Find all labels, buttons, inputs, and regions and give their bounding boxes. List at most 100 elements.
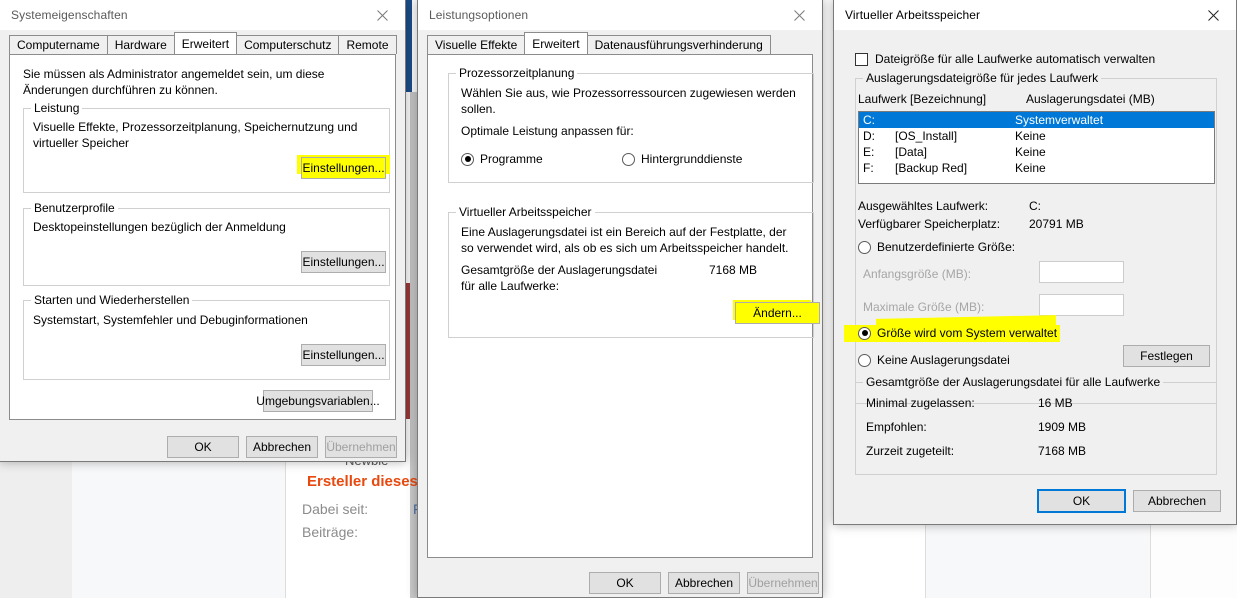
tab-computername[interactable]: Computername bbox=[9, 35, 108, 54]
column-header-pagefile: Auslagerungsdatei (MB) bbox=[1026, 91, 1155, 107]
performance-options-tabs[interactable]: Visuelle Effekte Erweitert Datenausführu… bbox=[427, 33, 822, 54]
selected-drive-label: Ausgewähltes Laufwerk: bbox=[858, 198, 988, 214]
button-label: Festlegen bbox=[1140, 349, 1193, 363]
tab-remote[interactable]: Remote bbox=[338, 35, 396, 54]
system-properties-ok-button[interactable]: OK bbox=[167, 436, 239, 458]
row-pagefile: Keine bbox=[1015, 145, 1214, 159]
virtual-memory-total-value: 7168 MB bbox=[709, 262, 757, 278]
user-profiles-groupbox: Benutzerprofile Desktopeinstellungen bez… bbox=[23, 208, 390, 286]
virtual-memory-ok-button[interactable]: OK bbox=[1037, 489, 1126, 513]
radio-indicator bbox=[858, 241, 871, 254]
radio-system-managed-size[interactable]: Größe wird vom System verwaltet bbox=[858, 326, 1057, 340]
total-size-legend: Gesamtgröße der Auslagerungsdatei für al… bbox=[863, 375, 1163, 389]
virtual-memory-body: Dateigröße für alle Laufwerke automatisc… bbox=[834, 30, 1236, 524]
radio-custom-size[interactable]: Benutzerdefinierte Größe: bbox=[858, 240, 1015, 254]
processor-scheduling-groupbox: Prozessorzeitplanung Wählen Sie aus, wie… bbox=[448, 73, 814, 183]
row-label: [Backup Red] bbox=[895, 161, 1015, 175]
free-space-value: 20791 MB bbox=[1029, 216, 1084, 232]
table-row[interactable]: C: Systemverwaltet bbox=[859, 112, 1214, 128]
tab-computerschutz[interactable]: Computerschutz bbox=[236, 35, 339, 54]
drive-listview[interactable]: C: Systemverwaltet D: [OS_Install] Keine… bbox=[858, 111, 1215, 184]
table-row[interactable]: D: [OS_Install] Keine bbox=[859, 128, 1214, 144]
recommended-label: Empfohlen: bbox=[866, 419, 927, 435]
tab-visuelle-effekte[interactable]: Visuelle Effekte bbox=[427, 35, 525, 54]
performance-options-dialog[interactable]: Leistungsoptionen Visuelle Effekte Erwei… bbox=[417, 0, 823, 598]
button-label: Einstellungen... bbox=[302, 161, 384, 175]
user-profiles-description: Desktopeinstellungen bezüglich der Anmel… bbox=[33, 219, 378, 235]
close-icon[interactable] bbox=[1191, 0, 1236, 30]
row-drive: E: bbox=[863, 145, 895, 159]
radio-indicator bbox=[858, 354, 871, 367]
tab-erweitert[interactable]: Erweitert bbox=[524, 32, 587, 54]
radio-no-pagefile[interactable]: Keine Auslagerungsdatei bbox=[858, 353, 1010, 367]
radio-label: Programme bbox=[480, 152, 543, 166]
table-row[interactable]: E: [Data] Keine bbox=[859, 144, 1214, 160]
row-drive: C: bbox=[863, 113, 895, 127]
virtual-memory-dialog[interactable]: Virtueller Arbeitsspeicher Dateigröße fü… bbox=[833, 0, 1237, 525]
virtual-memory-groupbox: Virtueller Arbeitsspeicher Eine Auslager… bbox=[448, 212, 814, 338]
startup-recovery-description: Systemstart, Systemfehler und Debuginfor… bbox=[33, 312, 378, 328]
system-properties-title: Systemeigenschaften bbox=[0, 8, 128, 22]
startup-recovery-groupbox: Starten und Wiederherstellen Systemstart… bbox=[23, 300, 390, 380]
performance-options-apply-button: Übernehmen bbox=[747, 572, 819, 594]
radio-label: Hintergrunddienste bbox=[641, 152, 742, 166]
table-row[interactable]: F: [Backup Red] Keine bbox=[859, 160, 1214, 176]
tab-label: Computername bbox=[17, 38, 100, 52]
column-header-drive: Laufwerk [Bezeichnung] bbox=[858, 91, 986, 107]
system-properties-apply-button: Übernehmen bbox=[325, 436, 397, 458]
virtual-memory-change-button[interactable]: Ändern... bbox=[735, 302, 820, 324]
radio-programme[interactable]: Programme bbox=[461, 152, 543, 166]
performance-options-titlebar: Leistungsoptionen bbox=[418, 0, 822, 30]
max-size-label: Maximale Größe (MB): bbox=[863, 299, 984, 315]
row-label: [OS_Install] bbox=[895, 129, 1015, 143]
environment-variables-button[interactable]: Umgebungsvariablen... bbox=[263, 390, 373, 412]
tab-label: Erweitert bbox=[182, 37, 229, 51]
radio-label: Größe wird vom System verwaltet bbox=[877, 326, 1057, 340]
min-allowed-value: 16 MB bbox=[1038, 395, 1073, 411]
max-size-input[interactable] bbox=[1039, 294, 1124, 316]
forum-posts-label: Beiträge: bbox=[302, 524, 358, 540]
checkbox-label: Dateigröße für alle Laufwerke automatisc… bbox=[875, 52, 1155, 66]
startup-recovery-settings-button[interactable]: Einstellungen... bbox=[301, 344, 386, 366]
system-properties-cancel-button[interactable]: Abbrechen bbox=[246, 436, 318, 458]
recommended-value: 1909 MB bbox=[1038, 419, 1086, 435]
close-icon[interactable] bbox=[360, 0, 405, 30]
set-button[interactable]: Festlegen bbox=[1123, 345, 1210, 367]
user-profiles-settings-button[interactable]: Einstellungen... bbox=[301, 251, 386, 273]
button-label: Einstellungen... bbox=[302, 255, 384, 269]
tab-label: Erweitert bbox=[532, 37, 579, 51]
forum-creator-label: Ersteller dieses T bbox=[307, 473, 431, 490]
row-pagefile: Keine bbox=[1015, 161, 1214, 175]
auto-manage-checkbox[interactable]: Dateigröße für alle Laufwerke automatisc… bbox=[855, 52, 1155, 66]
tab-label: Computerschutz bbox=[244, 38, 331, 52]
processor-scheduling-description: Wählen Sie aus, wie Prozessorressourcen … bbox=[461, 85, 796, 117]
performance-options-cancel-button[interactable]: Abbrechen bbox=[668, 572, 740, 594]
tab-hardware[interactable]: Hardware bbox=[107, 35, 175, 54]
radio-indicator bbox=[622, 153, 635, 166]
tab-label: Remote bbox=[346, 38, 388, 52]
row-pagefile: Keine bbox=[1015, 129, 1214, 143]
virtual-memory-titlebar: Virtueller Arbeitsspeicher bbox=[834, 0, 1236, 30]
radio-hintergrunddienste[interactable]: Hintergrunddienste bbox=[622, 152, 742, 166]
tab-datenausfuehrungsverhinderung[interactable]: Datenausführungsverhinderung bbox=[587, 35, 771, 54]
row-label: [Data] bbox=[895, 145, 1015, 159]
performance-description: Visuelle Effekte, Prozessorzeitplanung, … bbox=[33, 119, 378, 151]
system-properties-tabpanel: Sie müssen als Administrator angemeldet … bbox=[9, 54, 396, 420]
performance-groupbox: Leistung Visuelle Effekte, Prozessorzeit… bbox=[23, 108, 390, 193]
row-pagefile: Systemverwaltet bbox=[1015, 113, 1214, 127]
button-label: Übernehmen bbox=[326, 440, 395, 454]
free-space-label: Verfügbarer Speicherplatz: bbox=[858, 216, 1000, 232]
performance-settings-button[interactable]: Einstellungen... bbox=[301, 157, 386, 179]
radio-indicator bbox=[461, 153, 474, 166]
system-properties-dialog[interactable]: Systemeigenschaften Computername Hardwar… bbox=[0, 0, 406, 462]
tab-erweitert[interactable]: Erweitert bbox=[174, 32, 237, 54]
virtual-memory-cancel-button[interactable]: Abbrechen bbox=[1133, 490, 1221, 512]
system-properties-tabs[interactable]: Computername Hardware Erweitert Computer… bbox=[9, 33, 405, 54]
radio-label: Benutzerdefinierte Größe: bbox=[877, 240, 1015, 254]
performance-options-ok-button[interactable]: OK bbox=[589, 572, 661, 594]
initial-size-input[interactable] bbox=[1039, 261, 1124, 283]
checkbox-indicator bbox=[855, 53, 868, 66]
close-icon[interactable] bbox=[777, 0, 822, 30]
tab-label: Hardware bbox=[115, 38, 167, 52]
button-label: Einstellungen... bbox=[302, 348, 384, 362]
